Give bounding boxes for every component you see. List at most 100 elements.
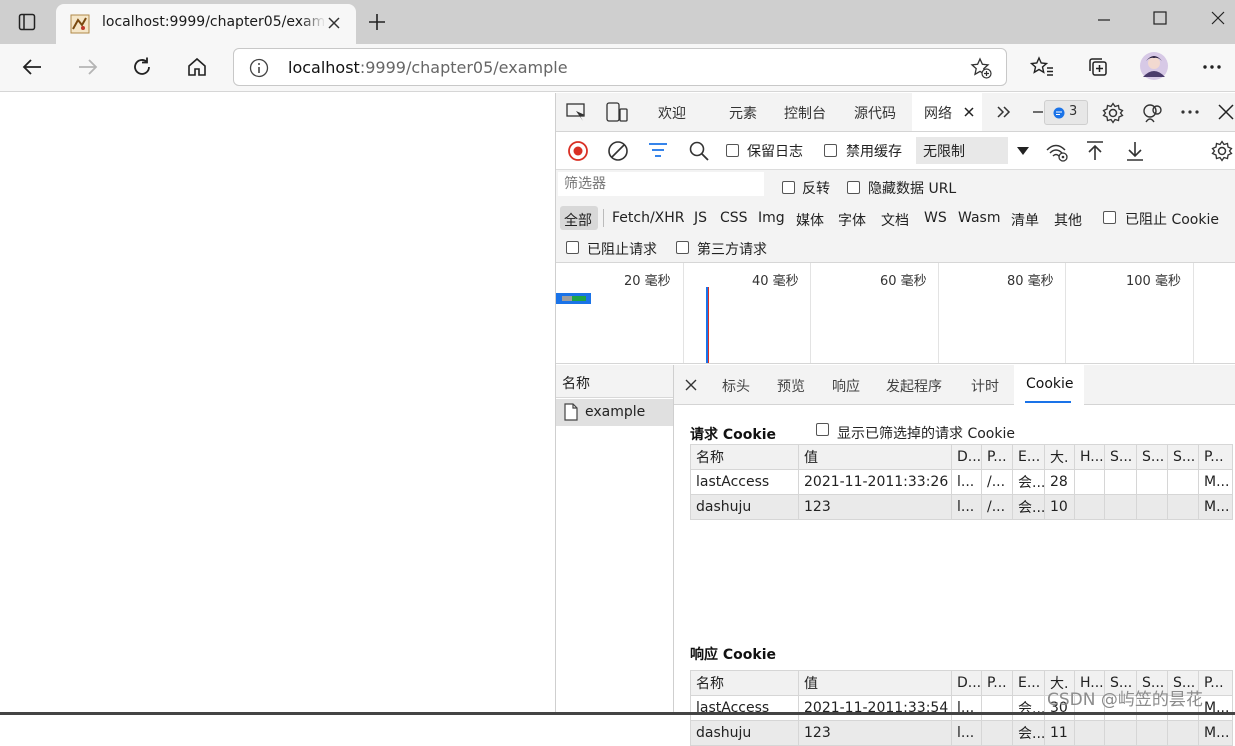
export-har-icon[interactable] (1125, 140, 1145, 162)
tab-response[interactable]: 响应 (832, 376, 860, 396)
preserve-log-checkbox[interactable] (726, 144, 739, 157)
cookie-cell: /... (981, 469, 1013, 495)
request-bar (556, 293, 591, 304)
filter-icon[interactable] (648, 141, 668, 159)
throttling-select[interactable]: 无限制 (916, 137, 1008, 164)
home-icon[interactable] (182, 52, 212, 82)
feedback-icon[interactable] (1142, 102, 1164, 124)
tab-console[interactable]: 控制台 (784, 103, 826, 123)
tab-actions-icon[interactable] (12, 7, 42, 37)
column-header[interactable]: S... (1136, 444, 1168, 470)
column-header[interactable]: D... (951, 444, 982, 470)
customize-menu-icon[interactable] (1179, 103, 1201, 121)
cookie-cell: M... (1198, 494, 1233, 520)
maximize-icon[interactable] (1152, 10, 1168, 26)
device-emulation-icon[interactable] (606, 102, 628, 122)
add-favorite-icon[interactable] (970, 57, 992, 79)
add-panel-icon[interactable] (1033, 104, 1043, 120)
cookie-row[interactable]: dashuju 123 l.../... 会... 10 M... (690, 494, 1233, 520)
column-header[interactable]: P... (981, 670, 1013, 696)
type-filter-media[interactable]: 媒体 (796, 210, 824, 230)
column-header[interactable]: S... (1167, 444, 1199, 470)
forward-icon[interactable] (73, 52, 103, 82)
site-info-icon[interactable] (249, 58, 269, 78)
close-tab-network-icon[interactable] (964, 107, 974, 117)
type-filter-js[interactable]: JS (694, 210, 707, 226)
column-header[interactable]: 值 (798, 444, 952, 470)
tab-headers[interactable]: 标头 (722, 376, 750, 396)
search-icon[interactable] (688, 140, 710, 162)
network-settings-icon[interactable] (1211, 140, 1233, 162)
filter-input[interactable] (558, 172, 764, 196)
request-row[interactable]: example (556, 399, 673, 426)
issues-badge[interactable]: 3 (1044, 100, 1088, 125)
cookie-cell: 28 (1044, 469, 1075, 495)
refresh-icon[interactable] (127, 52, 157, 82)
column-header[interactable]: P... (981, 444, 1013, 470)
request-list-header[interactable]: 名称 (556, 365, 673, 398)
type-filter-manifest[interactable]: 清单 (1011, 210, 1039, 230)
column-header[interactable]: P... (1198, 444, 1233, 470)
address-bar[interactable]: localhost:9999/chapter05/example (233, 48, 1007, 86)
record-icon[interactable] (567, 140, 589, 162)
invert-checkbox[interactable] (782, 181, 795, 194)
column-header[interactable]: 大. (1044, 444, 1075, 470)
browser-tab[interactable]: localhost:9999/chapter05/example (56, 4, 356, 44)
column-header[interactable]: E... (1012, 670, 1045, 696)
column-header[interactable]: 名称 (690, 444, 799, 470)
type-filter-ws[interactable]: WS (924, 210, 947, 226)
type-filter-fetch[interactable]: Fetch/XHR (612, 210, 685, 226)
tab-elements[interactable]: 元素 (729, 103, 757, 123)
tab-network-label: 网络 (924, 106, 952, 122)
type-filter-css[interactable]: CSS (720, 210, 748, 226)
timeline-tick: 80 毫秒 (1007, 274, 1054, 289)
tab-preview[interactable]: 预览 (777, 376, 805, 396)
close-devtools-icon[interactable] (1218, 104, 1234, 120)
minimize-icon[interactable] (1096, 12, 1112, 28)
clear-icon[interactable] (607, 140, 629, 162)
tab-timing[interactable]: 计时 (971, 376, 999, 396)
settings-icon[interactable] (1102, 102, 1124, 124)
cookie-cell (1167, 494, 1199, 520)
close-tab-icon[interactable] (326, 15, 342, 31)
more-tabs-icon[interactable] (996, 105, 1012, 119)
blocked-cookies-checkbox[interactable] (1103, 211, 1116, 224)
cookie-row[interactable]: lastAccess 2021-11-2011:33:26 l.../... 会...… (690, 469, 1233, 495)
column-header[interactable]: 值 (798, 670, 952, 696)
tab-network[interactable]: 网络 (912, 93, 982, 131)
close-detail-icon[interactable] (685, 379, 697, 391)
profile-avatar[interactable] (1139, 51, 1169, 81)
more-menu-icon[interactable] (1197, 52, 1227, 82)
third-party-checkbox[interactable] (676, 241, 689, 254)
collections-icon[interactable] (1083, 52, 1113, 82)
column-header[interactable]: D... (951, 670, 982, 696)
type-filter-img[interactable]: Img (758, 210, 785, 226)
column-header[interactable]: H... (1074, 444, 1105, 470)
show-filtered-cookies-checkbox[interactable] (816, 423, 829, 436)
cookie-row[interactable]: dashuju 123 l... 会... 11 M... (690, 720, 1233, 746)
column-header[interactable]: P... (1198, 670, 1233, 696)
inspect-element-icon[interactable] (566, 102, 588, 122)
blocked-requests-checkbox[interactable] (566, 241, 579, 254)
type-filter-doc[interactable]: 文档 (881, 210, 909, 230)
chevron-down-icon[interactable] (1017, 147, 1029, 155)
type-filter-font[interactable]: 字体 (838, 210, 866, 230)
hide-data-urls-checkbox[interactable] (847, 181, 860, 194)
tab-sources[interactable]: 源代码 (854, 103, 896, 123)
type-filter-other[interactable]: 其他 (1054, 210, 1082, 230)
favorites-icon[interactable] (1027, 52, 1057, 82)
back-icon[interactable] (17, 52, 47, 82)
cookie-cell: dashuju (690, 494, 799, 520)
network-conditions-icon[interactable] (1045, 141, 1069, 163)
new-tab-icon[interactable] (367, 12, 387, 32)
disable-cache-checkbox[interactable] (824, 144, 837, 157)
column-header[interactable]: E... (1012, 444, 1045, 470)
overview-timeline[interactable]: 20 毫秒 40 毫秒 60 毫秒 80 毫秒 100 毫秒 (556, 262, 1235, 364)
column-header[interactable]: 名称 (690, 670, 799, 696)
type-filter-wasm[interactable]: Wasm (958, 210, 1000, 226)
column-header[interactable]: S... (1104, 444, 1137, 470)
tab-welcome[interactable]: 欢迎 (658, 103, 686, 123)
import-har-icon[interactable] (1085, 140, 1105, 162)
tab-initiator[interactable]: 发起程序 (886, 376, 942, 396)
close-window-icon[interactable] (1210, 10, 1226, 26)
